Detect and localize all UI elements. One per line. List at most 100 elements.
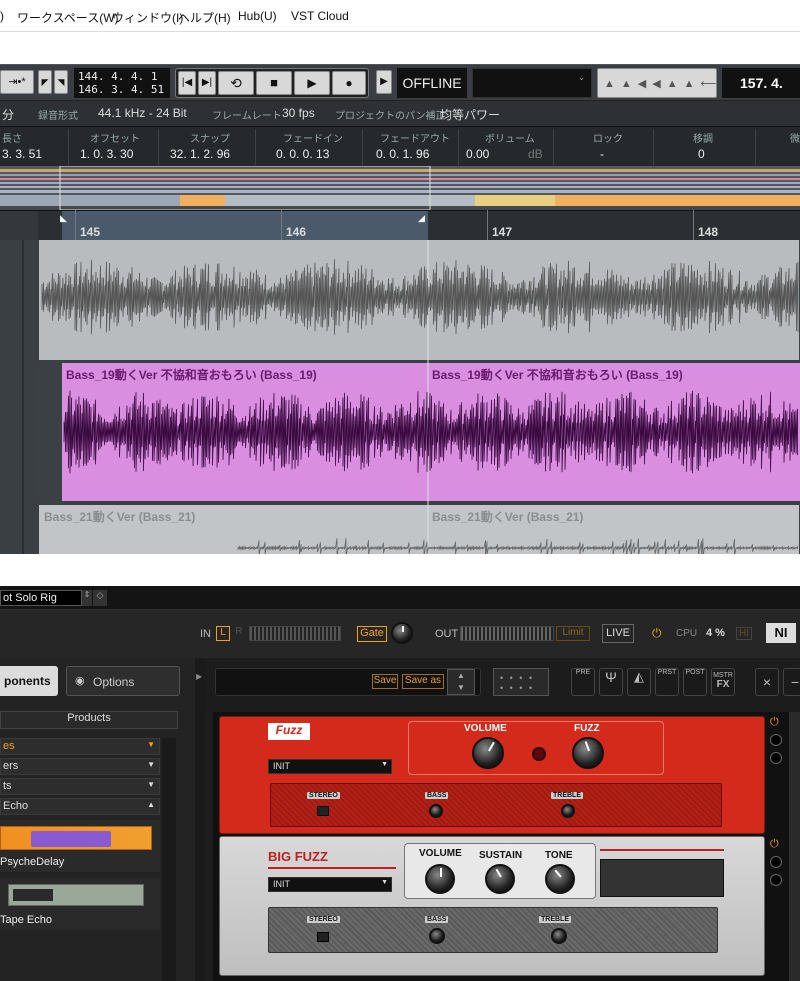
event-name[interactable]: Bass_19動くVer 不協和音おもろい (Bass_19) <box>432 366 683 383</box>
power-icon[interactable]: ⏻ <box>652 626 662 641</box>
marker-dropdown[interactable]: ⌄ <box>472 68 592 98</box>
category-row[interactable]: Echo ▲ <box>0 798 160 815</box>
menu-item-vst-cloud[interactable]: VST Cloud <box>291 9 349 23</box>
track-header[interactable] <box>0 504 38 554</box>
tempo-display[interactable]: 157. 4. <box>722 68 800 98</box>
go-to-end-icon[interactable]: ▶| <box>198 71 216 95</box>
big-fuzz-tone-knob[interactable] <box>545 864 575 894</box>
rec-format-value[interactable]: 44.1 kHz - 24 Bit <box>98 106 187 120</box>
input-left-toggle[interactable]: L <box>216 626 230 641</box>
go-to-start-icon[interactable]: |◀ <box>178 71 196 95</box>
input-meter[interactable] <box>249 626 341 641</box>
stop-icon[interactable]: ■ <box>256 71 292 95</box>
big-fuzz-treble-knob[interactable] <box>551 928 567 944</box>
info-offset-value[interactable]: 1. 0. 3. 30 <box>80 147 133 161</box>
track-header[interactable] <box>0 240 38 360</box>
close-icon[interactable]: × <box>755 668 779 696</box>
input-right-toggle[interactable]: R <box>232 626 246 641</box>
project-overview[interactable] <box>0 165 800 211</box>
menu-item-fragment[interactable]: ) <box>0 9 4 23</box>
category-row[interactable]: es ▼ <box>0 738 160 755</box>
fuzz-fuzz-knob[interactable] <box>572 737 604 769</box>
fuzz-volume-knob[interactable] <box>472 737 504 769</box>
save-button[interactable]: Save <box>372 674 398 689</box>
components-tab[interactable]: ponents <box>0 666 58 696</box>
event-name[interactable]: Bass_19動くVer 不協和音おもろい (Bass_19) <box>66 366 317 383</box>
minimize-icon[interactable]: − <box>783 668 800 696</box>
info-lock-value[interactable]: - <box>600 147 604 161</box>
right-locator-icon[interactable]: ◥ <box>54 70 68 94</box>
big-fuzz-bass-knob[interactable] <box>429 928 445 944</box>
info-snap-value[interactable]: 32. 1. 2. 96 <box>170 147 230 161</box>
locator-display[interactable]: 144. 4. 4. 1 146. 3. 4. 51 <box>74 68 170 98</box>
gate-knob[interactable] <box>391 622 413 644</box>
ruler[interactable]: ◣ ◢ 145 146 147 148 <box>0 210 800 241</box>
category-row[interactable]: ts ▼ <box>0 778 160 795</box>
locator-mode-button[interactable]: ⇥•* <box>0 70 34 94</box>
live-button[interactable]: LIVE <box>602 624 634 643</box>
big-fuzz-preset-dropdown[interactable]: INIT ▼ <box>268 877 392 892</box>
big-fuzz-stereo-toggle[interactable] <box>317 932 329 942</box>
post-fx-icon[interactable]: POST <box>683 668 707 696</box>
info-fade-out-value[interactable]: 0. 0. 1. 96 <box>376 147 429 161</box>
preset-menu-icon[interactable]: ◇ <box>93 590 107 606</box>
record-icon[interactable]: ● <box>332 71 366 95</box>
options-tab[interactable]: ◉ Options <box>66 666 180 696</box>
info-volume-value[interactable]: 0.00 <box>466 147 489 161</box>
category-row[interactable]: ers ▼ <box>0 758 160 775</box>
menu-item-workspace[interactable]: ワークスペース(W) <box>17 9 119 26</box>
menu-item-hub[interactable]: Hub(U) <box>238 9 277 23</box>
fuzz-bass-knob[interactable] <box>429 804 443 818</box>
menu-item-help[interactable]: ヘルプ(H) <box>178 9 231 26</box>
big-fuzz-power-icon[interactable]: ⏻ <box>770 838 779 851</box>
fuzz-stereo-toggle[interactable] <box>317 806 329 816</box>
output-meter[interactable] <box>460 626 554 641</box>
frame-rate-value[interactable]: 30 fps <box>282 106 315 120</box>
big-fuzz-volume-knob[interactable] <box>425 864 455 894</box>
marker-buttons[interactable]: ▲▲◀◀▲▲⟵ <box>597 68 717 98</box>
preset-stepper-icon[interactable]: ▲ ▼ <box>447 669 475 695</box>
product-item[interactable]: PsycheDelay <box>0 820 160 872</box>
product-item[interactable]: Tape Echo <box>0 878 160 930</box>
big-fuzz-solo-icon[interactable] <box>770 856 782 868</box>
master-fx-icon[interactable]: MSTR FX <box>711 668 735 696</box>
play-icon[interactable]: ▶ <box>294 71 330 95</box>
menu-item-window[interactable]: ウィンドウ(I) <box>112 9 183 26</box>
metronome-icon[interactable]: ◭ <box>627 668 651 696</box>
tuner-icon[interactable]: Ψ <box>599 668 623 696</box>
grid-view-icon[interactable]: • • • • • • • • <box>493 668 549 696</box>
products-header[interactable]: Products <box>0 711 178 729</box>
left-locator-marker-icon[interactable]: ◣ <box>60 213 67 224</box>
preset-volume-icon[interactable]: PRST <box>655 668 679 696</box>
hi-quality-toggle[interactable]: HI <box>736 627 752 640</box>
info-fade-in-value[interactable]: 0. 0. 0. 13 <box>276 147 329 161</box>
left-locator-icon[interactable]: ◤ <box>38 70 52 94</box>
right-locator-marker-icon[interactable]: ◢ <box>418 213 425 224</box>
pre-fx-icon[interactable]: PRE <box>571 668 595 696</box>
gate-button[interactable]: Gate <box>357 626 387 642</box>
panel-collapse-handle[interactable]: ▶ <box>195 658 205 981</box>
pan-law-value[interactable]: 均等パワー <box>440 106 500 123</box>
info-transpose-value[interactable]: 0 <box>698 147 705 161</box>
big-fuzz-menu-icon[interactable] <box>770 874 782 886</box>
big-fuzz-component[interactable]: BIG FUZZ VOLUME SUSTAIN TONE INIT ▼ STER… <box>219 836 765 976</box>
info-length-value[interactable]: 3. 3. 51 <box>2 147 42 161</box>
preset-stepper[interactable]: ⇕ <box>82 590 92 606</box>
cycle-icon[interactable]: ⟲ <box>218 71 254 95</box>
limit-button[interactable]: Limit <box>556 626 590 641</box>
fuzz-preset-dropdown[interactable]: INIT ▼ <box>268 759 392 774</box>
browser-scrollbar[interactable] <box>162 738 176 981</box>
time-unit[interactable]: 分 <box>2 106 14 123</box>
save-as-button[interactable]: Save as <box>402 674 444 689</box>
event-name[interactable]: Bass_21動くVer (Bass_21) <box>432 508 583 525</box>
fuzz-solo-icon[interactable] <box>770 734 782 746</box>
event-name[interactable]: Bass_21動くVer (Bass_21) <box>44 508 195 525</box>
fuzz-power-icon[interactable]: ⏻ <box>770 716 779 729</box>
big-fuzz-sustain-knob[interactable] <box>485 864 515 894</box>
event-display[interactable]: Bass_19動くVer 不協和音おもろい (Bass_19) Bass_19動… <box>0 240 800 554</box>
fuzz-menu-icon[interactable] <box>770 752 782 764</box>
preset-name[interactable]: ot Solo Rig <box>0 590 82 606</box>
fuzz-treble-knob[interactable] <box>561 804 575 818</box>
rack-scrollbar[interactable] <box>789 712 800 981</box>
locator-range[interactable] <box>62 211 428 241</box>
